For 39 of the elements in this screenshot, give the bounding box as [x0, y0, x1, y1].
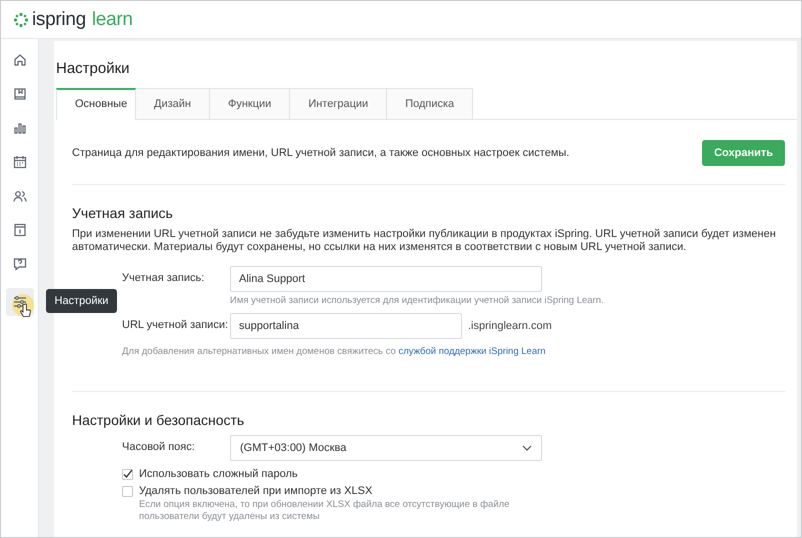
logo-icon [13, 12, 29, 28]
page-title: Настройки [56, 59, 131, 79]
settings-icon [12, 295, 26, 309]
logo-brand: ispring [32, 8, 86, 30]
logo-product: learn [92, 8, 133, 30]
text-field[interactable]: supportalina [230, 313, 462, 339]
domain-suffix: .ispringlearn.com [468, 320, 552, 332]
tab[interactable]: Функции [210, 88, 290, 119]
chevron-down-icon [522, 445, 532, 451]
field-label: Часовой пояс: [121, 440, 196, 453]
field-hint: Имя учетной записи используется для идентификации учетной записи iSpring Learn. [230, 295, 604, 306]
book-icon [12, 87, 26, 101]
calendar-icon [12, 155, 26, 169]
support-link[interactable]: службой поддержки iSpring Learn [398, 346, 546, 357]
tab[interactable]: Дизайн [136, 88, 210, 119]
home-icon [12, 53, 26, 67]
account-note: При изменении URL учетной записи не забудьте изменить настройки публикации в продуктах iSpring. URL учетной записи будет изменен автоматически. Материалы будут сохранены, но ссылки на них изменятся в соответствии с новым URL учетной записи. [72, 228, 777, 254]
timezone-dropdown[interactable]: (GMT+03:00) Москва [230, 435, 542, 461]
checkbox[interactable] [122, 486, 133, 496]
field-label: URL учетной записи: [121, 318, 230, 331]
section-heading: Настройки и безопасность [72, 412, 246, 428]
field-label: Учетная запись: [121, 271, 206, 284]
text-field[interactable]: Alina Support [230, 266, 542, 292]
help-icon [12, 257, 26, 271]
tooltip: Настройки [46, 289, 118, 313]
option-description: Если опция включена, то при обновлении XLSX файла все отсутствующие в файле пользователи будут удалены из системы [139, 499, 510, 523]
hand-cursor-icon [20, 303, 30, 318]
people-icon [12, 189, 26, 203]
info-card-icon [12, 223, 26, 237]
checkbox-label: Удалять пользователей при импорте из XLSX [139, 485, 372, 497]
tab[interactable]: Подписка [387, 88, 474, 119]
checkbox[interactable] [122, 468, 133, 480]
intro-text: Страница для редактирования имени, URL учетной записи, а также основных настроек системы. [72, 147, 570, 159]
checkbox-label: Использовать сложный пароль [139, 468, 298, 480]
tab[interactable]: Интеграции [290, 88, 388, 119]
domain-hint: Для добавления альтернативных имен доменов свяжитесь со службой поддержки iSpring Learn [122, 346, 547, 357]
bar-chart-icon [12, 121, 26, 135]
tab[interactable]: Основные [56, 88, 136, 120]
section-heading: Учетная запись [72, 205, 174, 221]
